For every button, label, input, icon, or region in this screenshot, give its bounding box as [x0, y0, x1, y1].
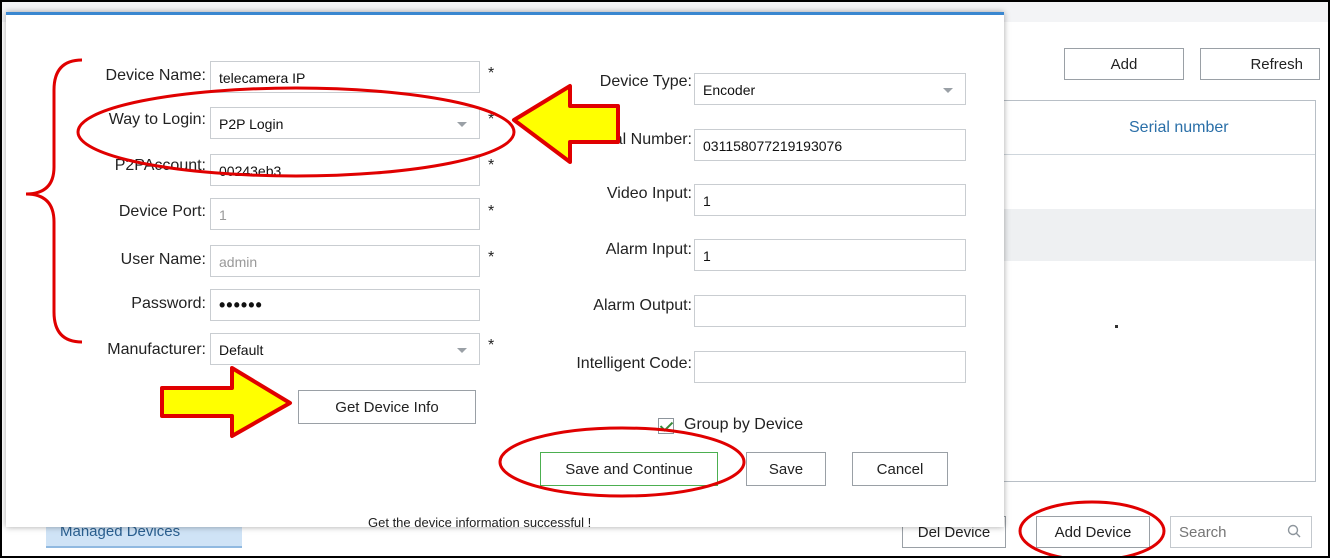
p2p-account-label: P2PAccount: [114, 157, 206, 174]
alarm-output-field[interactable] [694, 295, 966, 327]
required-marker: * [488, 157, 495, 174]
save-button[interactable]: Save [746, 452, 826, 486]
serial-number-column-header[interactable]: Serial number [1129, 119, 1229, 137]
device-type-value: Encoder [703, 82, 756, 98]
device-type-label: Device Type: [599, 73, 692, 90]
alarm-input-field[interactable]: 1 [694, 239, 966, 271]
manufacturer-select[interactable]: Default [210, 333, 480, 365]
password-label: Password: [131, 295, 206, 312]
group-by-device-label[interactable]: Group by Device [684, 416, 803, 434]
way-to-login-value: P2P Login [219, 116, 284, 132]
get-device-info-button[interactable]: Get Device Info [298, 390, 476, 424]
device-name-label: Device Name: [105, 67, 206, 84]
status-message: Get the device information successful ! [368, 515, 592, 530]
save-and-continue-button[interactable]: Save and Continue [540, 452, 718, 486]
serial-number-label: Serial Number: [585, 131, 692, 148]
intelligent-code-field[interactable] [694, 351, 966, 383]
chevron-down-icon[interactable] [943, 88, 953, 93]
alarm-output-label: Alarm Output: [593, 297, 692, 314]
video-input-label: Video Input: [606, 185, 692, 202]
app-window: Add Refresh Serial number Managed Device… [0, 0, 1330, 558]
user-name-label: User Name: [120, 251, 206, 268]
search-icon[interactable] [1287, 524, 1301, 538]
password-value: •••••• [219, 295, 263, 315]
manufacturer-value: Default [219, 342, 264, 358]
row-marker [1115, 325, 1118, 328]
cancel-button[interactable]: Cancel [852, 452, 948, 486]
p2p-account-field[interactable]: 00243eb3 [210, 154, 480, 186]
table-row[interactable] [1003, 209, 1315, 261]
search-input[interactable] [1177, 517, 1281, 547]
device-type-select[interactable]: Encoder [694, 73, 966, 105]
device-table: Serial number [1002, 100, 1316, 482]
intelligent-code-label: Intelligent Code: [576, 355, 692, 372]
alarm-input-label: Alarm Input: [605, 241, 692, 258]
required-marker: * [488, 337, 495, 354]
add-button[interactable]: Add [1064, 48, 1184, 80]
add-device-button[interactable]: Add Device [1036, 516, 1150, 548]
table-header: Serial number [1003, 101, 1315, 155]
way-to-login-select[interactable]: P2P Login [210, 107, 480, 139]
required-marker: * [488, 203, 495, 220]
refresh-button[interactable]: Refresh [1200, 48, 1320, 80]
device-port-field[interactable]: 1 [210, 198, 480, 230]
required-marker: * [488, 249, 495, 266]
group-by-device-checkbox[interactable] [658, 418, 674, 434]
way-to-login-label: Way to Login: [108, 111, 206, 128]
device-name-field[interactable]: telecamera IP [210, 61, 480, 93]
add-device-dialog: Device Name: telecamera IP * Way to Logi… [6, 12, 1004, 530]
user-name-field[interactable]: admin [210, 245, 480, 277]
chevron-down-icon[interactable] [457, 122, 467, 127]
manufacturer-label: Manufacturer: [107, 341, 206, 358]
chevron-down-icon[interactable] [457, 348, 467, 353]
video-input-field[interactable]: 1 [694, 184, 966, 216]
device-port-label: Device Port: [118, 203, 206, 220]
password-field[interactable]: •••••• [210, 289, 480, 321]
serial-number-field[interactable]: 031158077219193076 [694, 129, 966, 161]
required-marker: * [488, 111, 495, 128]
search-field[interactable] [1170, 516, 1312, 548]
required-marker: * [488, 65, 495, 82]
